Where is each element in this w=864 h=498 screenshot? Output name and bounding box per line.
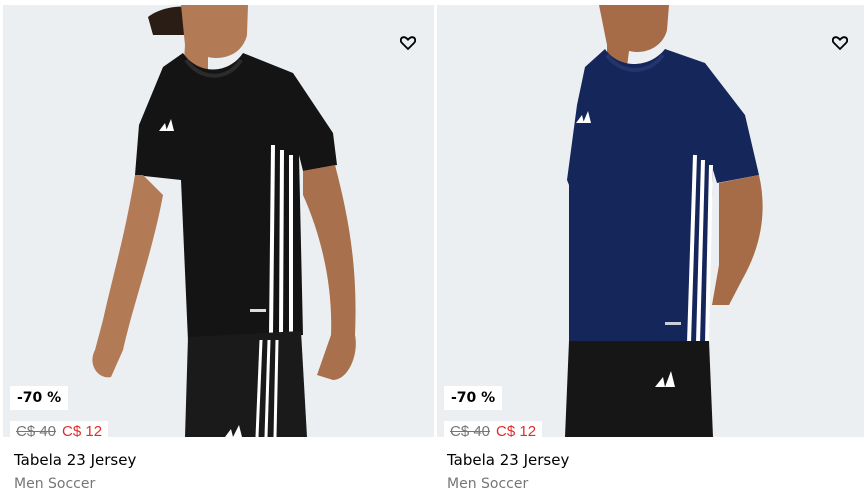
sale-price: C$ 12 bbox=[496, 423, 537, 437]
product-card[interactable]: -70 % C$ 40 C$ 12 Tabela 23 Jersey Men S… bbox=[437, 0, 864, 498]
product-category: Men Soccer bbox=[447, 476, 529, 492]
product-image[interactable]: -70 % C$ 40 C$ 12 bbox=[437, 5, 864, 437]
price-row: C$ 40 C$ 12 bbox=[10, 421, 109, 437]
wishlist-button[interactable] bbox=[396, 31, 420, 55]
product-name[interactable]: Tabela 23 Jersey bbox=[447, 451, 569, 469]
discount-badge: -70 % bbox=[10, 386, 69, 410]
original-price: C$ 40 bbox=[16, 423, 57, 437]
product-category: Men Soccer bbox=[14, 476, 96, 492]
discount-badge: -70 % bbox=[444, 386, 503, 410]
original-price: C$ 40 bbox=[450, 423, 491, 437]
wishlist-button[interactable] bbox=[828, 31, 852, 55]
product-photo bbox=[92, 5, 356, 437]
product-card[interactable]: -70 % C$ 40 C$ 12 Tabela 23 Jersey Men S… bbox=[0, 0, 434, 498]
product-name[interactable]: Tabela 23 Jersey bbox=[14, 451, 136, 469]
product-image[interactable]: -70 % C$ 40 C$ 12 bbox=[3, 5, 434, 437]
heart-outline-icon bbox=[400, 36, 416, 50]
price-row: C$ 40 C$ 12 bbox=[444, 421, 543, 437]
heart-outline-icon bbox=[832, 36, 848, 50]
sale-price: C$ 12 bbox=[62, 423, 103, 437]
product-grid: -70 % C$ 40 C$ 12 Tabela 23 Jersey Men S… bbox=[0, 0, 864, 498]
product-photo bbox=[565, 5, 763, 437]
